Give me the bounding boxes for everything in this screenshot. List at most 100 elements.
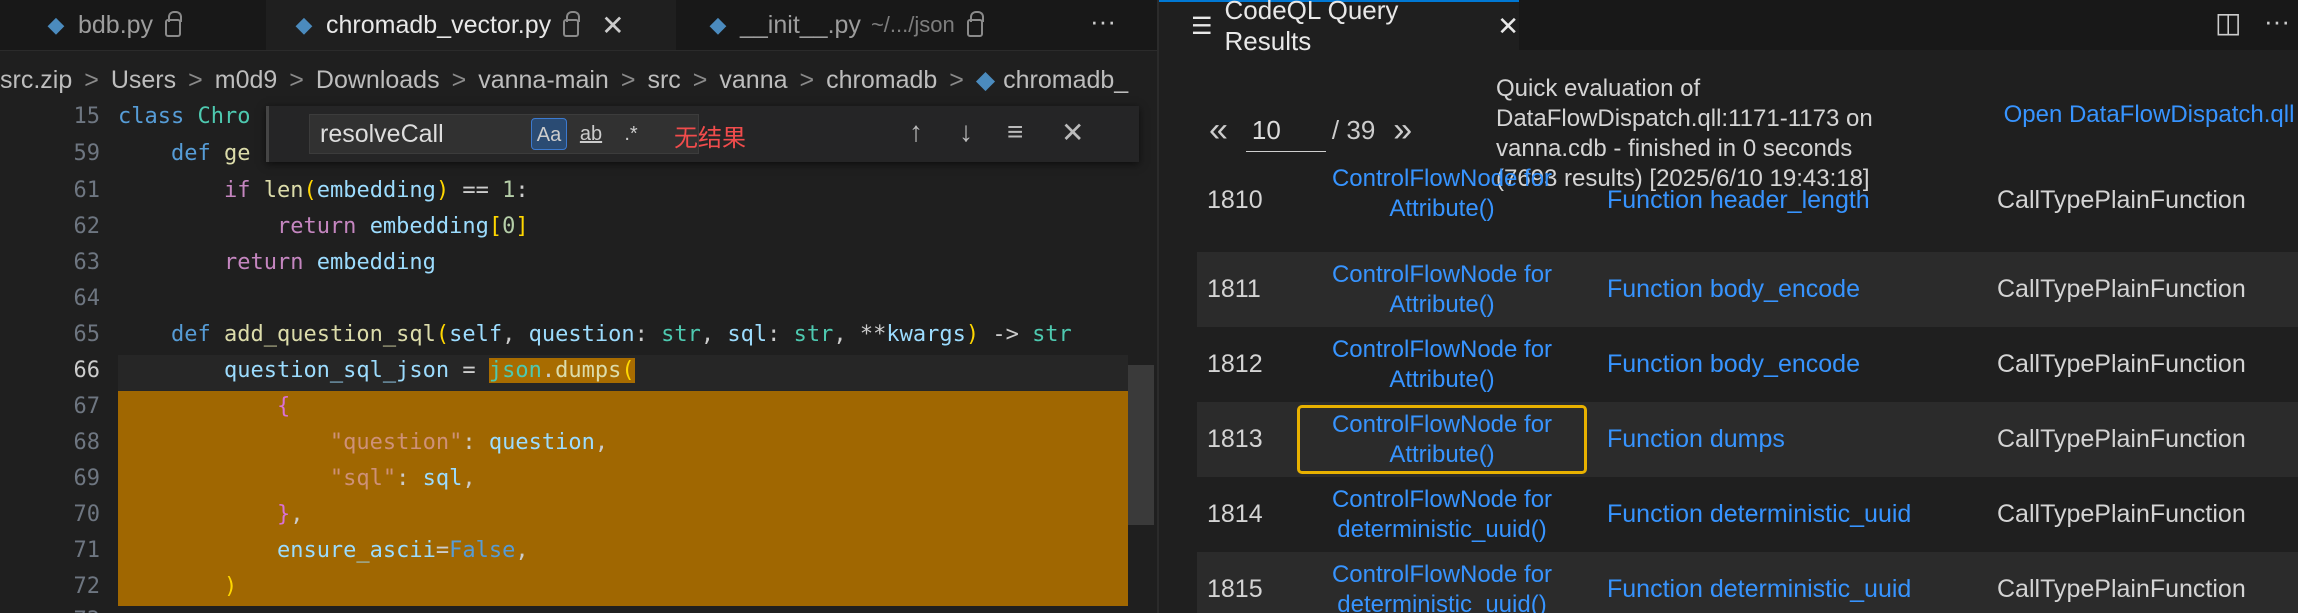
page-total: / 39 (1331, 114, 1376, 145)
code-line: def add_question_sql(self, question: str… (170, 322, 1072, 347)
row-index: 1810 (1207, 186, 1263, 214)
table-row[interactable]: 1811 ControlFlowNode for Attribute() Fun… (1197, 252, 2298, 327)
code-line: "question": question, (329, 430, 609, 455)
line-number: 69 (73, 466, 101, 491)
node-link[interactable]: ControlFlowNode for deterministic_uuid() (1297, 555, 1587, 613)
more-icon[interactable]: ··· (2264, 6, 2290, 37)
function-link[interactable]: Function dumps (1607, 402, 1785, 477)
line-number: 62 (73, 214, 101, 239)
close-icon[interactable]: ✕ (1497, 11, 1519, 42)
tab-init-py[interactable]: ◆ __init__.py ~/.../json (680, 0, 1060, 50)
python-file-icon: ◆ (295, 12, 313, 37)
call-type: CallTypePlainFunction (1997, 425, 2246, 453)
code-line: class Chro (118, 104, 251, 129)
table-row-selected[interactable]: 1813 ControlFlowNode for Attribute() Fun… (1197, 402, 2298, 477)
tab-label: bdb.py (78, 10, 154, 39)
close-icon[interactable]: ✕ (1061, 116, 1084, 149)
arrow-up-icon[interactable]: ↑ (909, 116, 923, 148)
table-row[interactable]: 1810 ControlFlowNode for Attribute() Fun… (1197, 165, 2298, 230)
breadcrumb-item[interactable]: Downloads (316, 66, 440, 95)
tab-path-hint: ~/.../json (870, 12, 955, 37)
breadcrumb-item[interactable]: chromadb (826, 66, 937, 95)
current-line-number: 66 (73, 358, 101, 383)
line-number: 64 (73, 286, 101, 311)
line-number: 63 (73, 250, 101, 275)
call-type: CallTypePlainFunction (1997, 350, 2246, 378)
find-status: 无结果 (674, 125, 746, 152)
line-number: 59 (73, 141, 101, 166)
match-word-toggle[interactable]: ab (573, 118, 609, 150)
breadcrumb-item[interactable]: chromadb_ (1003, 66, 1128, 95)
code-line: def ge (170, 141, 251, 166)
call-type: CallTypePlainFunction (1997, 500, 2246, 528)
node-link[interactable]: ControlFlowNode for deterministic_uuid() (1297, 480, 1587, 549)
breadcrumb-item[interactable]: src (647, 66, 680, 95)
node-link[interactable]: ControlFlowNode for Attribute() (1297, 330, 1587, 399)
function-link[interactable]: Function deterministic_uuid (1607, 477, 1911, 552)
code-editor[interactable]: ◆ bdb.py ◆ chromadb_vector.py ✕ ◆ __init… (0, 0, 1157, 613)
find-widget: resolveCall Aa ab .* 无结果 ↑ ↓ ≡ ✕ (266, 106, 1139, 162)
tab-chromadb-vector-py[interactable]: ◆ chromadb_vector.py ✕ (266, 0, 676, 50)
node-link[interactable]: ControlFlowNode for Attribute() (1297, 255, 1587, 324)
breadcrumb-item[interactable]: Users (111, 66, 176, 95)
node-link[interactable]: ControlFlowNode for Attribute() (1297, 158, 1587, 230)
arrow-down-icon[interactable]: ↓ (959, 116, 973, 148)
table-row[interactable]: 1814 ControlFlowNode for deterministic_u… (1197, 477, 2298, 552)
call-type: CallTypePlainFunction (1997, 275, 2246, 303)
call-type: CallTypePlainFunction (1997, 575, 2246, 603)
function-link[interactable]: Function body_encode (1607, 327, 1860, 402)
function-link[interactable]: Function header_length (1607, 170, 1870, 230)
breadcrumb-item[interactable]: vanna (719, 66, 787, 95)
line-number: 61 (73, 178, 101, 203)
prev-page-button[interactable]: « (1209, 111, 1228, 150)
tab-label: chromadb_vector.py (326, 10, 552, 39)
code-line: { (276, 394, 291, 419)
node-link[interactable]: ControlFlowNode for Attribute() (1297, 405, 1587, 474)
line-number: 72 (73, 574, 101, 599)
codeql-results-panel: ☰ CodeQL Query Results ✕ ◫ ··· « 10 / 39… (1159, 0, 2298, 613)
row-index: 1815 (1207, 575, 1263, 603)
table-row[interactable]: 1812 ControlFlowNode for Attribute() Fun… (1197, 327, 2298, 402)
split-editor-icon[interactable]: ◫ (2215, 6, 2241, 39)
editor-tab-bar: ◆ bdb.py ◆ chromadb_vector.py ✕ ◆ __init… (0, 0, 1157, 51)
line-number: 71 (73, 538, 101, 563)
panel-title: CodeQL Query Results (1224, 0, 1399, 56)
tab-label: __init__.py (740, 10, 861, 39)
python-file-icon: ◆ (975, 66, 996, 94)
table-row[interactable]: 1815 ControlFlowNode for deterministic_u… (1197, 552, 2298, 613)
code-line: return embedding[0] (276, 214, 529, 239)
row-index: 1813 (1207, 425, 1263, 453)
more-icon[interactable]: ··· (1090, 6, 1116, 37)
open-query-link[interactable]: Open DataFlowDispatch.qll (1999, 100, 2298, 130)
code-line: "sql": sql, (329, 466, 476, 491)
tab-bdb-py[interactable]: ◆ bdb.py (0, 0, 265, 50)
editor-scrollbar[interactable] (1128, 365, 1154, 525)
breadcrumb-item[interactable]: vanna-main (478, 66, 609, 95)
python-file-icon: ◆ (47, 12, 65, 37)
code-line: }, (276, 502, 304, 527)
code-line: ) (223, 574, 238, 599)
row-index: 1814 (1207, 500, 1263, 528)
line-number: 15 (73, 104, 101, 129)
line-number: 68 (73, 430, 101, 455)
breadcrumb-item[interactable]: m0d9 (215, 66, 278, 95)
match-case-toggle[interactable]: Aa (531, 118, 567, 150)
list-icon: ☰ (1191, 12, 1213, 40)
selection-icon[interactable]: ≡ (1007, 116, 1023, 148)
function-link[interactable]: Function body_encode (1607, 252, 1860, 327)
line-number: 73 (0, 608, 101, 613)
next-page-button[interactable]: » (1393, 111, 1412, 150)
function-link[interactable]: Function deterministic_uuid (1607, 552, 1911, 613)
row-index: 1812 (1207, 350, 1263, 378)
lock-icon (563, 11, 581, 37)
pagination: « 10 / 39 » (1209, 108, 1412, 152)
lock-icon (966, 11, 984, 37)
line-number: 65 (73, 322, 101, 347)
selection-highlight (118, 390, 1128, 606)
breadcrumb-item[interactable]: src.zip (0, 66, 72, 95)
regex-toggle[interactable]: .* (613, 118, 649, 150)
tab-codeql-results[interactable]: ☰ CodeQL Query Results ✕ (1159, 0, 1519, 56)
call-type: CallTypePlainFunction (1997, 186, 2246, 214)
close-icon[interactable]: ✕ (601, 9, 624, 42)
page-input[interactable]: 10 (1245, 108, 1326, 152)
